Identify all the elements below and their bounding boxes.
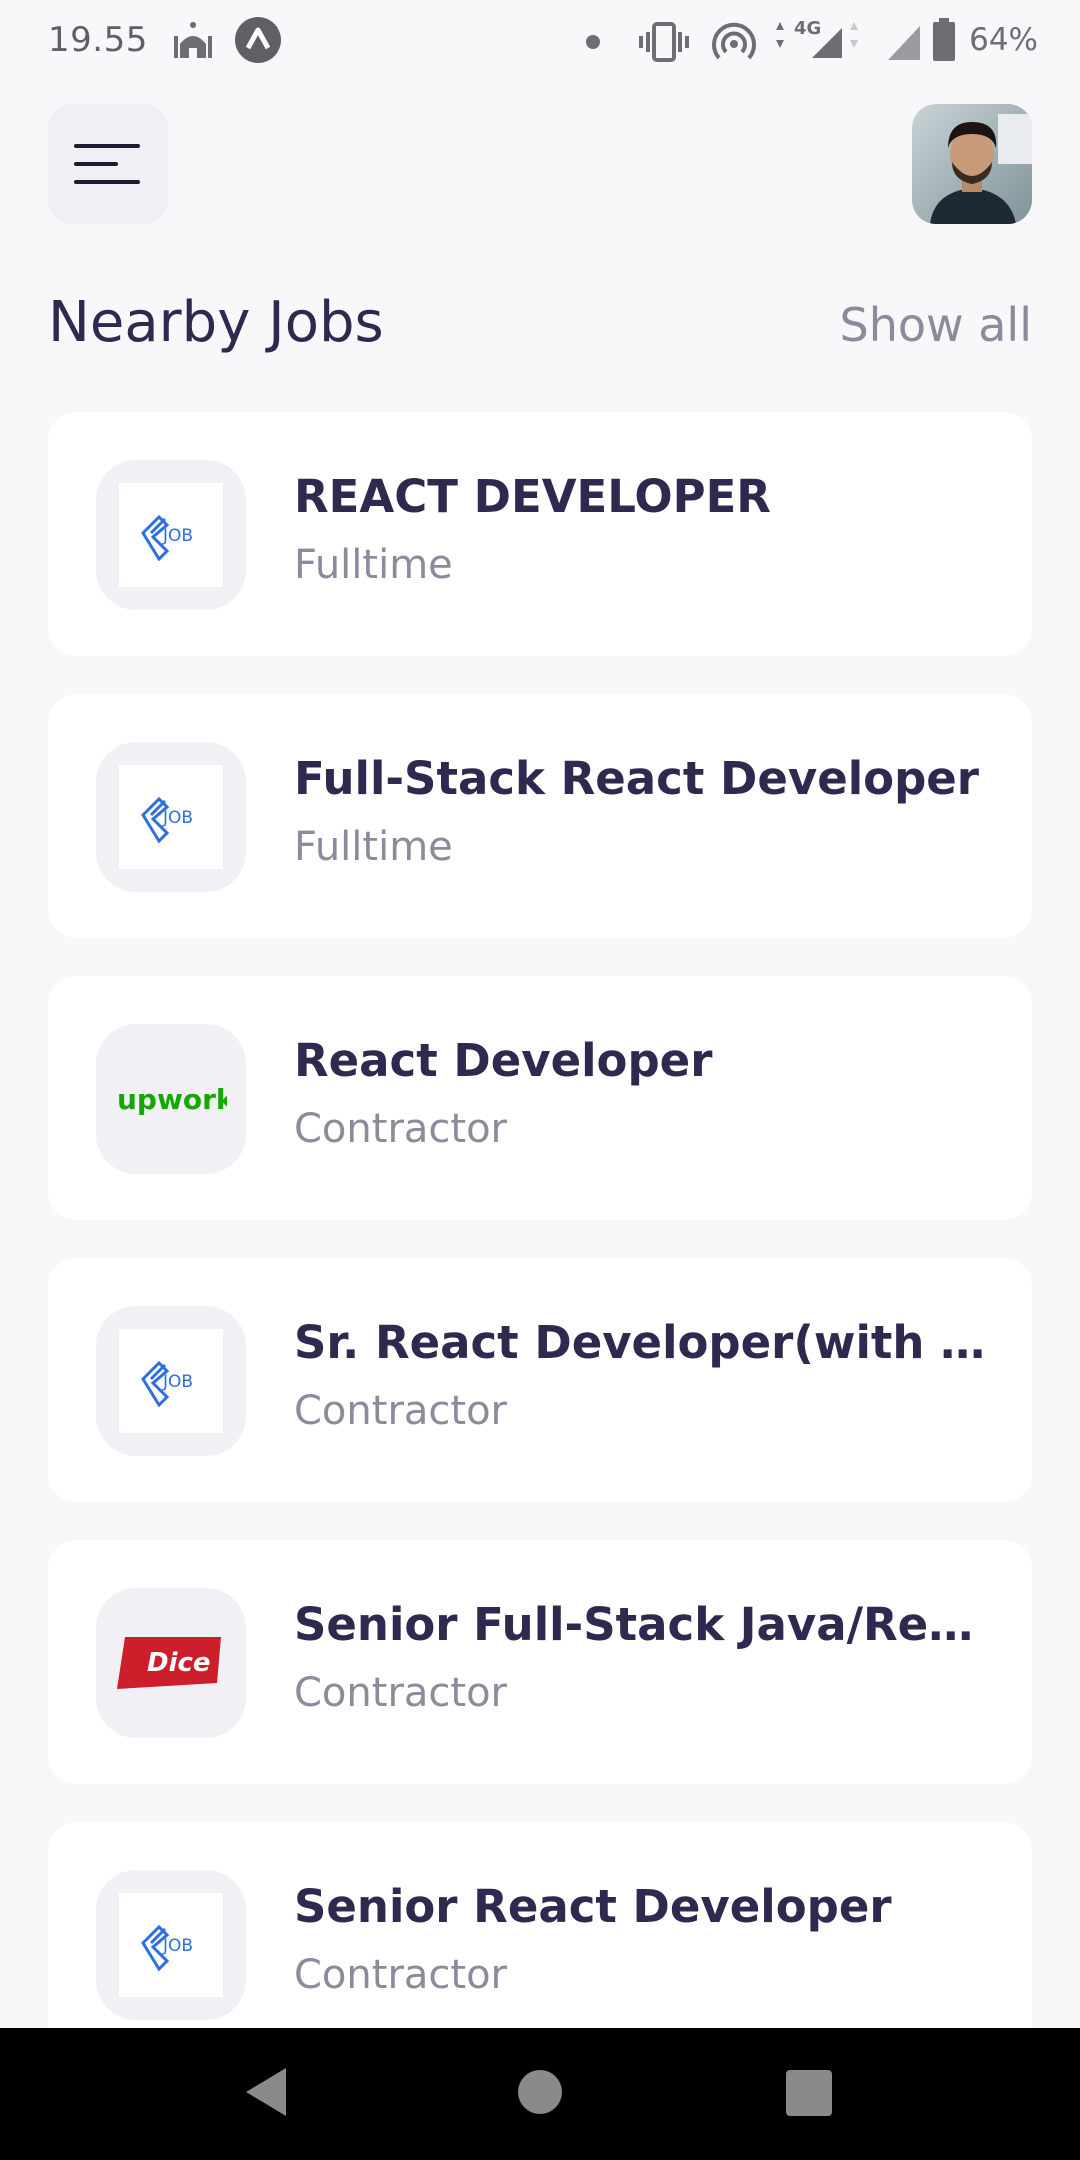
svg-text:4G: 4G [794, 18, 821, 39]
job-card[interactable]: JOB REACT DEVELOPER Fulltime [48, 412, 1032, 656]
svg-text:upwork: upwork [117, 1083, 227, 1116]
svg-text:JOB: JOB [162, 526, 193, 546]
job-type: Contractor [294, 1952, 507, 1998]
signal-icon [886, 22, 922, 66]
battery-icon [932, 18, 956, 66]
navigation-bar [0, 2028, 1080, 2160]
job-logo-icon: JOB [141, 1924, 193, 1972]
company-logo: JOB [96, 1306, 246, 1456]
section-title: Nearby Jobs [48, 290, 384, 355]
job-card[interactable]: JOB Full-Stack React Developer Fulltime [48, 694, 1032, 938]
company-logo: JOB [96, 742, 246, 892]
battery-percentage: 64% [969, 22, 1038, 58]
job-logo-icon: JOB [141, 796, 193, 844]
job-title: Senior React Developer [294, 1880, 892, 1933]
show-all-link[interactable]: Show all [840, 298, 1033, 352]
vibrate-icon [638, 22, 690, 66]
svg-text:JOB: JOB [162, 1372, 193, 1392]
job-title: React Developer [294, 1034, 713, 1087]
job-card[interactable]: Dice Senior Full-Stack Java/React Develo… [48, 1540, 1032, 1784]
back-icon[interactable] [244, 2066, 288, 2122]
menu-icon [74, 144, 140, 184]
upwork-logo-icon: upwork [117, 1083, 227, 1116]
company-logo: JOB [96, 460, 246, 610]
job-type: Contractor [294, 1670, 507, 1716]
job-type: Fulltime [294, 542, 453, 588]
job-type: Contractor [294, 1388, 507, 1434]
svg-text:Dice: Dice [147, 1648, 211, 1678]
screen: 19.55 4G 64% Nearby Jobs Show all JOB RE… [0, 0, 1080, 2160]
job-title: REACT DEVELOPER [294, 470, 771, 523]
status-bar: 19.55 4G 64% [0, 0, 1080, 84]
job-type: Fulltime [294, 824, 453, 870]
svg-text:JOB: JOB [162, 1936, 193, 1956]
job-title: Full-Stack React Developer [294, 752, 979, 805]
job-title: Senior Full-Stack Java/React Developer [294, 1598, 994, 1651]
recents-icon[interactable] [786, 2070, 832, 2120]
dice-logo-icon: Dice [117, 1637, 221, 1689]
status-time: 19.55 [48, 20, 148, 60]
home-icon[interactable] [516, 2066, 564, 2122]
job-logo-icon: JOB [141, 1360, 193, 1408]
menu-button[interactable] [48, 104, 168, 224]
job-type: Contractor [294, 1106, 507, 1152]
svg-text:JOB: JOB [162, 808, 193, 828]
job-card[interactable]: upwork React Developer Contractor [48, 976, 1032, 1220]
signal-4g-icon: 4G [770, 16, 866, 66]
dot-icon [585, 34, 601, 54]
job-card[interactable]: JOB Sr. React Developer(with React Nativ… [48, 1258, 1032, 1502]
mosque-icon [172, 18, 214, 66]
company-logo: upwork [96, 1024, 246, 1174]
job-title: Sr. React Developer(with React Native) [294, 1316, 994, 1369]
avatar[interactable] [912, 104, 1032, 224]
hotspot-icon [712, 20, 756, 68]
company-logo: JOB [96, 1870, 246, 2020]
job-card[interactable]: JOB Senior React Developer Contractor [48, 1822, 1032, 2028]
app-icon [234, 16, 282, 68]
job-list[interactable]: JOB REACT DEVELOPER Fulltime JOB Full-St… [48, 412, 1032, 2028]
company-logo: Dice [96, 1588, 246, 1738]
job-logo-icon: JOB [141, 514, 193, 562]
